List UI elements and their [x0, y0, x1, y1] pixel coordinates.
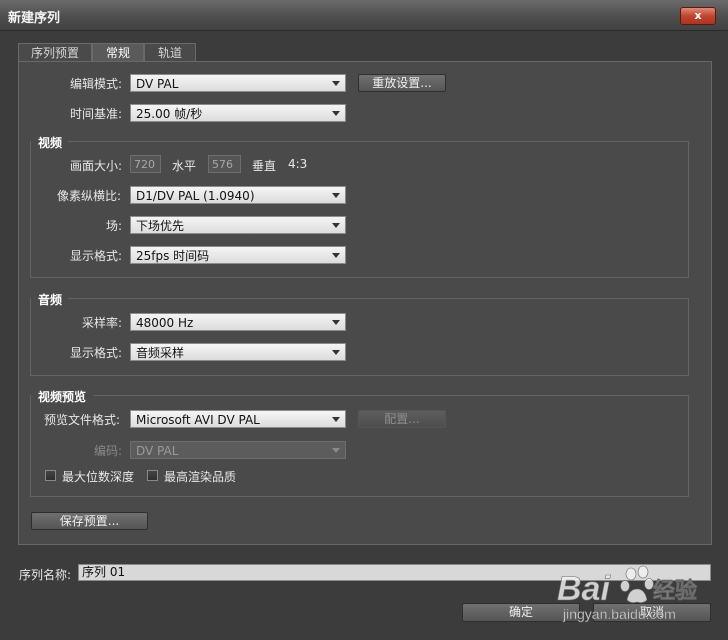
horizontal-label: 水平 — [172, 159, 197, 173]
save-preset-button[interactable]: 保存预置... — [31, 512, 148, 530]
configure-button[interactable]: 配置... — [358, 410, 446, 428]
baidu-watermark: Bai 经验 jingyan.baidu.com — [557, 565, 697, 622]
window-title: 新建序列 — [8, 11, 61, 26]
chevron-down-icon — [332, 111, 340, 116]
video-display-format-value: 25fps 时间码 — [136, 249, 210, 263]
preview-file-format-label: 预览文件格式: — [44, 413, 121, 427]
max-render-quality-label: 最高渲染品质 — [164, 470, 237, 484]
audio-display-format-label: 显示格式: — [70, 346, 123, 360]
reset-settings-button[interactable]: 重放设置... — [358, 74, 446, 92]
frame-height-field[interactable]: 576 — [208, 155, 241, 173]
chevron-down-icon — [332, 448, 340, 453]
aspect-ratio-value: 4:3 — [288, 157, 308, 171]
chevron-down-icon — [332, 417, 340, 422]
editing-mode-dropdown[interactable]: DV PAL — [130, 74, 346, 92]
audio-display-format-value: 音频采样 — [136, 346, 185, 360]
editing-mode-value: DV PAL — [136, 77, 179, 91]
pixel-aspect-value: D1/DV PAL (1.0940) — [136, 189, 255, 203]
tab-sequence-presets[interactable]: 序列预置 — [18, 43, 92, 62]
title-bar: 新建序列 x — [0, 0, 728, 31]
paw-icon — [625, 567, 637, 581]
sample-rate-dropdown[interactable]: 48000 Hz — [130, 313, 346, 331]
chevron-down-icon — [332, 223, 340, 228]
frame-size-label: 画面大小: — [70, 159, 123, 173]
codec-dropdown[interactable]: DV PAL — [130, 441, 346, 459]
max-render-quality-checkbox[interactable] — [147, 470, 158, 481]
chevron-down-icon — [332, 320, 340, 325]
codec-value: DV PAL — [136, 444, 179, 458]
tab-general[interactable]: 常规 — [92, 43, 144, 63]
pixel-aspect-dropdown[interactable]: D1/DV PAL (1.0940) — [130, 186, 346, 204]
tab-tracks[interactable]: 轨道 — [144, 43, 196, 62]
max-bit-depth-label: 最大位数深度 — [62, 470, 135, 484]
chevron-down-icon — [332, 253, 340, 258]
audio-display-format-dropdown[interactable]: 音频采样 — [130, 343, 346, 361]
vertical-label: 垂直 — [252, 159, 277, 173]
video-group — [30, 141, 689, 278]
timebase-value: 25.00 帧/秒 — [136, 107, 203, 121]
max-bit-depth-checkbox[interactable] — [45, 470, 56, 481]
preview-file-format-value: Microsoft AVI DV PAL — [136, 413, 260, 427]
close-button[interactable]: x — [680, 7, 716, 25]
codec-label: 编码: — [94, 444, 123, 458]
video-display-format-dropdown[interactable]: 25fps 时间码 — [130, 246, 346, 264]
fields-dropdown[interactable]: 下场优先 — [130, 216, 346, 234]
chevron-down-icon — [332, 350, 340, 355]
video-display-format-label: 显示格式: — [70, 249, 123, 263]
fields-value: 下场优先 — [136, 219, 185, 233]
watermark-brand: Bai — [557, 570, 611, 608]
sample-rate-label: 采样率: — [82, 316, 123, 330]
chevron-down-icon — [332, 193, 340, 198]
watermark-brand-2: 经验 — [653, 578, 697, 604]
fields-label: 场: — [106, 219, 123, 233]
timebase-label: 时间基准: — [70, 107, 123, 121]
editing-mode-label: 编辑模式: — [70, 77, 123, 91]
watermark-url: jingyan.baidu.com — [562, 606, 676, 622]
audio-group — [30, 298, 689, 376]
pixel-aspect-label: 像素纵横比: — [57, 189, 122, 203]
sample-rate-value: 48000 Hz — [136, 316, 194, 330]
chevron-down-icon — [332, 81, 340, 86]
sequence-name-label: 序列名称: — [19, 568, 72, 582]
timebase-dropdown[interactable]: 25.00 帧/秒 — [130, 104, 346, 122]
frame-width-field[interactable]: 720 — [130, 155, 161, 173]
preview-file-format-dropdown[interactable]: Microsoft AVI DV PAL — [130, 410, 346, 428]
